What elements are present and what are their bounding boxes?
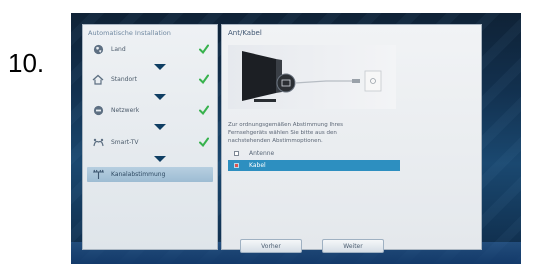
description-line: Fernsehgeräts wählen Sie bitte aus den	[228, 130, 337, 136]
step-kanalabstimmung[interactable]: Kanalabstimmung	[87, 167, 213, 182]
arrow-down-icon	[154, 64, 166, 70]
arrow-down-icon	[154, 156, 166, 162]
installation-title: Automatische Installation	[88, 29, 171, 37]
step-label: Smart-TV	[111, 138, 139, 146]
step-label: Land	[111, 45, 126, 53]
step-label: Netzwerk	[111, 106, 140, 114]
option-antenne[interactable]: Antenne	[228, 148, 400, 159]
checkmark-icon	[199, 44, 209, 54]
checkbox[interactable]	[234, 151, 239, 156]
smart-tv-icon	[91, 136, 105, 148]
next-button[interactable]: Weiter	[322, 239, 384, 253]
step-label: Standort	[111, 75, 137, 83]
description-line: nachstehenden Abstimmoptionen.	[228, 138, 323, 144]
option-label: Kabel	[249, 162, 266, 169]
checkbox-checked[interactable]	[234, 163, 239, 168]
antenna-icon	[91, 169, 105, 181]
checkmark-icon	[199, 105, 209, 115]
option-label: Antenne	[249, 150, 275, 157]
step-netzwerk: Netzwerk	[87, 103, 213, 117]
arrow-down-icon	[154, 124, 166, 130]
arrow-down-icon	[154, 94, 166, 100]
tuning-panel: Ant/Kabel Zur ordnungsgemäßen Abstimmung…	[221, 24, 482, 253]
checkmark-icon	[199, 137, 209, 147]
step-label: Kanalabstimmung	[111, 171, 166, 178]
description: Zur ordnungsgemäßen Abstimmung Ihres Fer…	[228, 121, 398, 145]
step-land: Land	[87, 42, 213, 56]
panel-title: Ant/Kabel	[228, 29, 262, 37]
tv-screen: Automatische Installation Land Standort …	[71, 13, 521, 264]
house-icon	[91, 73, 105, 85]
step-number: 10.	[8, 48, 45, 78]
globe-icon	[91, 43, 105, 55]
step-standort: Standort	[87, 72, 213, 86]
back-button[interactable]: Vorher	[240, 239, 302, 253]
option-kabel[interactable]: Kabel	[228, 160, 400, 171]
checkmark-icon	[199, 74, 209, 84]
description-line: Zur ordnungsgemäßen Abstimmung Ihres	[228, 122, 344, 128]
network-icon	[91, 104, 105, 116]
tv-connection-illustration	[228, 45, 396, 109]
step-smart-tv: Smart-TV	[87, 135, 213, 149]
installation-steps-panel: Automatische Installation Land Standort …	[82, 24, 218, 250]
